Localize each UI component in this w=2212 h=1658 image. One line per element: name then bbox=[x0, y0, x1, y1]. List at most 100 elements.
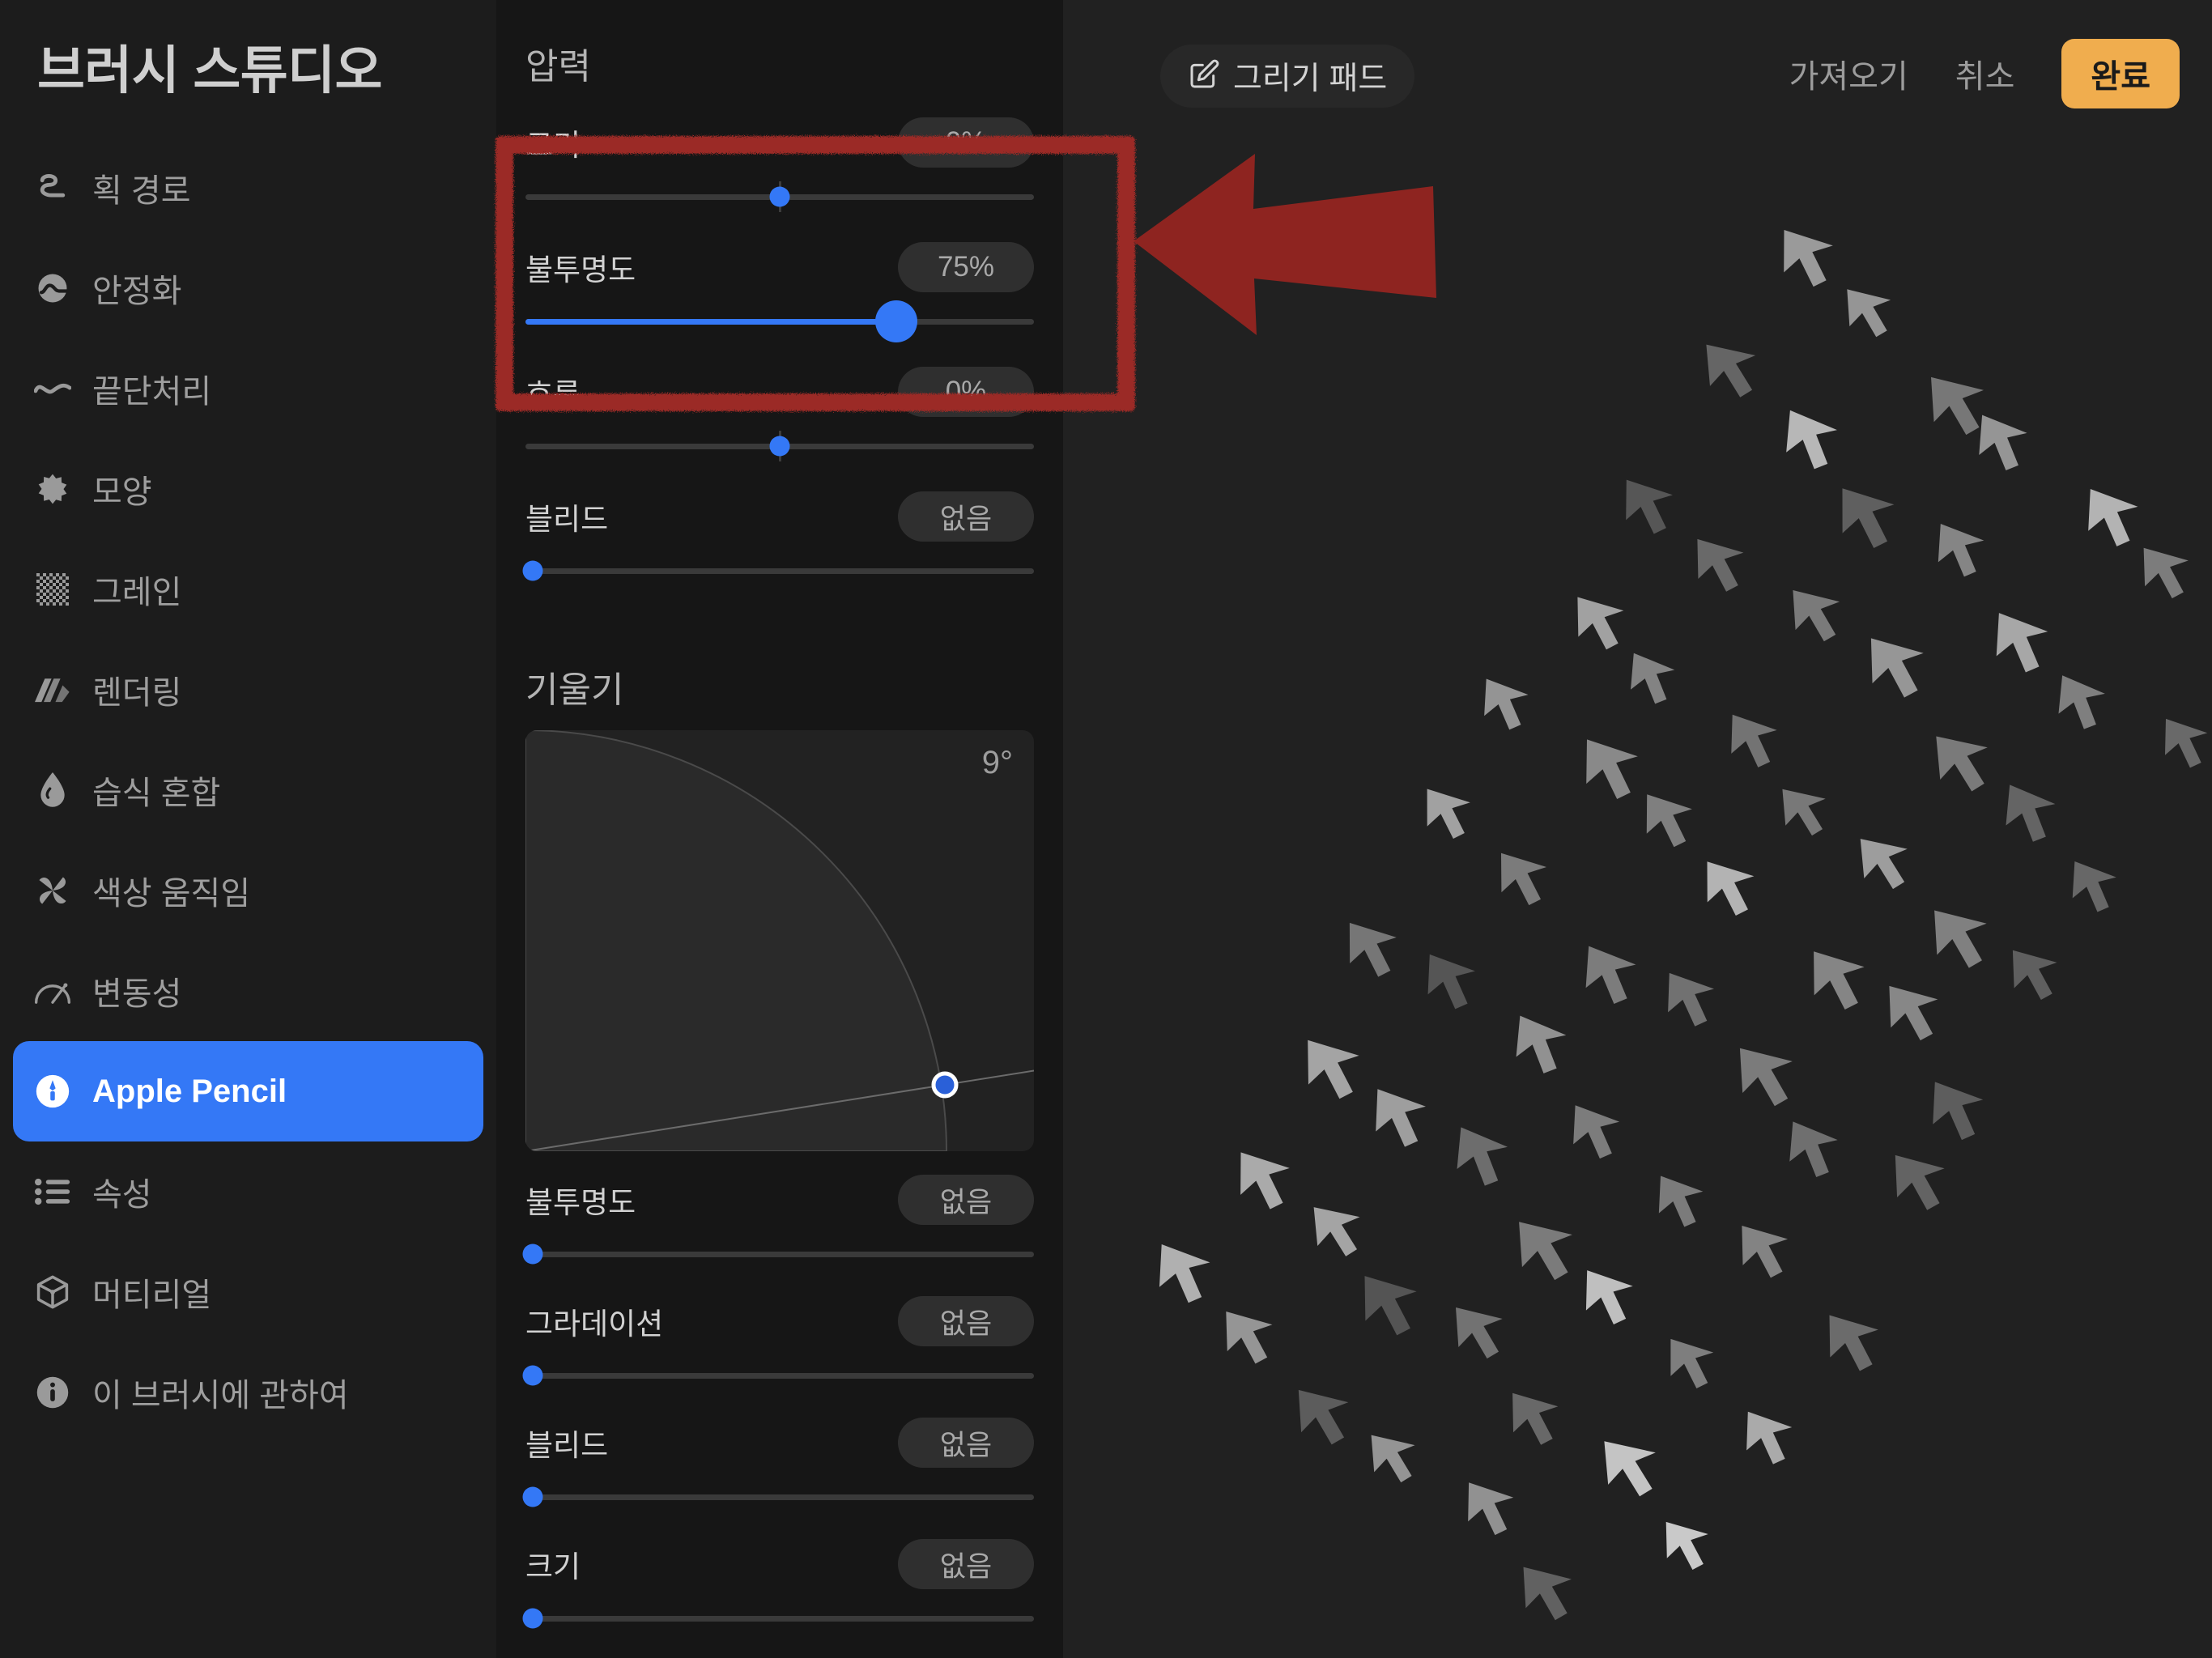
arrow-cursor-icon bbox=[1842, 488, 1895, 549]
sidebar-item-4[interactable]: 그레인 bbox=[0, 539, 496, 640]
tilt-gradation-value[interactable]: 없음 bbox=[898, 1296, 1034, 1346]
tilt-size-value[interactable]: 없음 bbox=[898, 1539, 1034, 1589]
arrow-cursor-icon bbox=[1313, 1207, 1360, 1256]
sidebar-item-label: 머티리얼 bbox=[92, 1278, 212, 1313]
tilt-bleed-slider[interactable] bbox=[522, 1475, 1034, 1519]
arrow-cursor-icon bbox=[2006, 784, 2056, 842]
pressure-bleed-slider[interactable] bbox=[522, 549, 1034, 593]
cancel-button[interactable]: 취소 bbox=[1955, 50, 2015, 97]
slider-knob[interactable] bbox=[769, 186, 790, 207]
tilt-gradation-slider[interactable] bbox=[522, 1354, 1034, 1397]
drawing-pad-button[interactable]: 그리기 패드 bbox=[1160, 45, 1415, 108]
arrow-cursor-icon bbox=[1586, 739, 1638, 799]
sidebar-item-6[interactable]: 습식 혼합 bbox=[0, 740, 496, 840]
slider-knob[interactable] bbox=[522, 1608, 543, 1629]
pressure-opacity-slider[interactable] bbox=[525, 300, 1034, 343]
sidebar-item-12[interactable]: 이 브러시에 관하여 bbox=[0, 1342, 496, 1443]
pressure-flow-row: 흐름 0% bbox=[496, 364, 1063, 468]
slider-knob[interactable] bbox=[769, 436, 790, 457]
tilt-angle-graph[interactable]: 9° bbox=[525, 730, 1034, 1151]
properties-icon bbox=[29, 1178, 76, 1205]
slider-knob[interactable] bbox=[522, 560, 543, 581]
arrow-cursor-icon bbox=[1573, 1105, 1620, 1159]
arrow-cursor-icon bbox=[1226, 1312, 1273, 1364]
arrow-cursor-icon bbox=[1501, 852, 1547, 906]
tilt-opacity-header: 불투명도 없음 bbox=[525, 1172, 1034, 1227]
sidebar-item-10[interactable]: 속성 bbox=[0, 1141, 496, 1242]
pressure-flow-slider[interactable] bbox=[525, 424, 1034, 468]
sidebar-item-8[interactable]: 변동성 bbox=[0, 941, 496, 1041]
sidebar-item-7[interactable]: 색상 움직임 bbox=[0, 840, 496, 941]
pressure-bleed-value[interactable]: 없음 bbox=[898, 491, 1034, 542]
arrow-cursor-icon bbox=[1895, 1154, 1945, 1210]
pressure-flow-value[interactable]: 0% bbox=[898, 367, 1034, 417]
sidebar-item-label: 속성 bbox=[92, 1177, 152, 1213]
arrow-cursor-icon bbox=[1665, 1521, 1708, 1570]
sidebar-item-11[interactable]: 머티리얼 bbox=[0, 1242, 496, 1342]
arrow-cursor-icon bbox=[1706, 344, 1756, 397]
pressure-flow-label: 흐름 bbox=[525, 378, 581, 411]
sidebar-item-5[interactable]: 렌더링 bbox=[0, 640, 496, 740]
tilt-bleed-value[interactable]: 없음 bbox=[898, 1418, 1034, 1468]
pressure-opacity-value[interactable]: 75% bbox=[898, 242, 1034, 292]
arrow-cursor-icon bbox=[1631, 653, 1675, 704]
pressure-size-slider[interactable] bbox=[525, 175, 1034, 219]
toolbar-actions: 가져오기 취소 완료 bbox=[1789, 39, 2180, 108]
pressure-flow-header: 흐름 0% bbox=[525, 364, 1034, 419]
shape-icon bbox=[29, 472, 76, 506]
slider-knob[interactable] bbox=[522, 1486, 543, 1507]
arrow-cursor-icon bbox=[1793, 590, 1840, 642]
import-button[interactable]: 가져오기 bbox=[1789, 50, 1908, 97]
arrow-cursor-icon bbox=[1308, 1039, 1359, 1099]
arrow-cursor-icon bbox=[1934, 910, 1987, 968]
arrow-cursor-icon bbox=[1847, 289, 1891, 338]
tilt-controls: 불투명도 없음 그라데이션 없음 블리드 없음 크기 없음 bbox=[496, 1172, 1063, 1640]
sidebar-item-3[interactable]: 모양 bbox=[0, 439, 496, 539]
pencil-square-icon bbox=[1188, 58, 1220, 95]
tilt-opacity-value[interactable]: 없음 bbox=[898, 1175, 1034, 1225]
slider-knob[interactable] bbox=[522, 1365, 543, 1386]
slider-knob[interactable] bbox=[522, 1244, 543, 1265]
done-button[interactable]: 완료 bbox=[2061, 39, 2180, 108]
tilt-opacity-row: 불투명도 없음 bbox=[496, 1172, 1063, 1276]
materials-icon bbox=[29, 1274, 76, 1310]
sidebar-item-apple-pencil[interactable]: Apple Pencil bbox=[13, 1041, 483, 1141]
pressure-opacity-label: 불투명도 bbox=[525, 253, 636, 287]
arrow-cursor-icon bbox=[1731, 714, 1777, 767]
arrow-cursor-icon bbox=[1371, 1435, 1415, 1483]
pressure-size-row: 크기 0% bbox=[496, 115, 1063, 219]
tilt-size-slider[interactable] bbox=[522, 1596, 1034, 1640]
tilt-gradation-header: 그라데이션 없음 bbox=[525, 1294, 1034, 1349]
tilt-opacity-slider[interactable] bbox=[522, 1232, 1034, 1276]
arrow-cursor-icon bbox=[1523, 1567, 1572, 1621]
arrow-cursor-icon bbox=[1936, 736, 1988, 792]
apple-pencil-icon bbox=[29, 1073, 76, 1109]
arrow-cursor-icon bbox=[2072, 861, 2116, 912]
brush-preview-canvas[interactable] bbox=[1063, 0, 2212, 1658]
sidebar-item-label: 끝단처리 bbox=[92, 374, 212, 410]
pressure-opacity-row: 불투명도 75% bbox=[496, 240, 1063, 343]
info-icon bbox=[29, 1375, 76, 1409]
variance-icon bbox=[29, 976, 76, 1005]
arrow-cursor-icon bbox=[1739, 1048, 1793, 1107]
arrow-cursor-icon bbox=[1512, 1392, 1559, 1445]
arrow-cursor-icon bbox=[1577, 597, 1624, 650]
arrow-cursor-icon bbox=[1658, 1175, 1704, 1227]
drawing-pad-label: 그리기 패드 bbox=[1233, 62, 1388, 96]
arrow-cursor-icon bbox=[2164, 718, 2208, 768]
sidebar-item-1[interactable]: 안정화 bbox=[0, 238, 496, 338]
pressure-bleed-header: 블리드 없음 bbox=[525, 489, 1034, 544]
sidebar-item-label: 렌더링 bbox=[92, 675, 182, 711]
arrow-cursor-icon bbox=[1457, 1127, 1508, 1186]
page-title: 브러시 스튜디오 bbox=[37, 41, 382, 100]
toolbar: 그리기 패드 가져오기 취소 완료 bbox=[496, 0, 2212, 130]
pressure-controls: 크기 0% 불투명도 75% 흐름 0% 블리드 없음 bbox=[496, 115, 1063, 593]
slider-knob[interactable] bbox=[875, 300, 918, 342]
sidebar: 브러시 스튜디오 획 경로 안정화끝단처리모양그레인렌더링습식 혼합 색상 움직임 변… bbox=[0, 0, 496, 1658]
wet-mix-icon bbox=[29, 772, 76, 808]
tilt-opacity-label: 불투명도 bbox=[525, 1186, 636, 1219]
sidebar-item-0[interactable]: 획 경로 bbox=[0, 138, 496, 238]
sidebar-item-label: 모양 bbox=[92, 474, 152, 510]
sidebar-item-2[interactable]: 끝단처리 bbox=[0, 338, 496, 439]
settings-panel: 압력 크기 0% 불투명도 75% 흐름 0% 블리드 없음 기울기 9° 불투명도 없음 그라데… bbox=[496, 0, 1063, 1658]
